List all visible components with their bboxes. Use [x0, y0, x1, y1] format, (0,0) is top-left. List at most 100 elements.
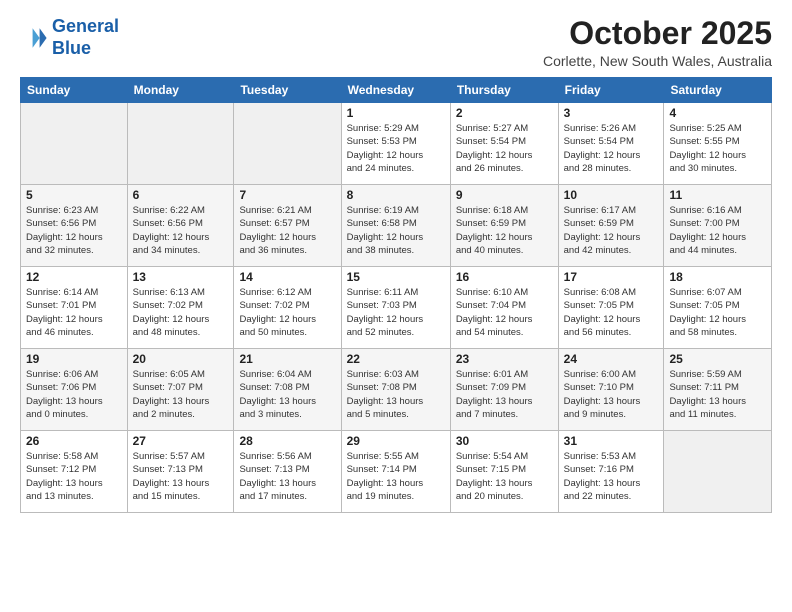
day-number: 7 [239, 188, 335, 202]
day-info: Sunrise: 6:08 AM Sunset: 7:05 PM Dayligh… [564, 286, 659, 339]
day-number: 29 [347, 434, 445, 448]
page: General Blue October 2025 Corlette, New … [0, 0, 792, 612]
day-number: 8 [347, 188, 445, 202]
day-number: 15 [347, 270, 445, 284]
calendar-cell: 13Sunrise: 6:13 AM Sunset: 7:02 PM Dayli… [127, 267, 234, 349]
day-number: 11 [669, 188, 766, 202]
day-number: 5 [26, 188, 122, 202]
day-info: Sunrise: 5:56 AM Sunset: 7:13 PM Dayligh… [239, 450, 335, 503]
day-info: Sunrise: 5:59 AM Sunset: 7:11 PM Dayligh… [669, 368, 766, 421]
calendar-cell: 12 Sunrise: 6:14 AM Sunset: 7:01 PM Dayli… [21, 267, 128, 349]
day-info: Sunrise: 6:18 AM Sunset: 6:59 PM Dayligh… [456, 204, 553, 257]
day-info: Sunrise: 5:55 AM Sunset: 7:14 PM Dayligh… [347, 450, 445, 503]
calendar-week-row: 26 Sunrise: 5:58 AM Sunset: 7:12 PM Dayli… [21, 431, 772, 513]
day-info: Sunrise: 6:01 AM Sunset: 7:09 PM Dayligh… [456, 368, 553, 421]
header: General Blue October 2025 Corlette, New … [20, 16, 772, 69]
weekday-header: Sunday [21, 78, 128, 103]
day-info: Sunrise: 6:10 AM Sunset: 7:04 PM Dayligh… [456, 286, 553, 339]
calendar-cell: 20 Sunrise: 6:05 AM Sunset: 7:07 PM Dayli… [127, 349, 234, 431]
day-number: 9 [456, 188, 553, 202]
day-info: Sunrise: 5:57 AM Sunset: 7:13 PM Dayligh… [133, 450, 229, 503]
calendar-cell: 17 Sunrise: 6:08 AM Sunset: 7:05 PM Dayli… [558, 267, 664, 349]
day-info: Sunrise: 6:00 AM Sunset: 7:10 PM Dayligh… [564, 368, 659, 421]
day-info: Sunrise: 6:16 AM Sunset: 7:00 PM Dayligh… [669, 204, 766, 257]
day-number: 25 [669, 352, 766, 366]
weekday-header: Wednesday [341, 78, 450, 103]
day-number: 18 [669, 270, 766, 284]
calendar-cell: 25 Sunrise: 5:59 AM Sunset: 7:11 PM Dayli… [664, 349, 772, 431]
day-info: Sunrise: 6:17 AM Sunset: 6:59 PM Dayligh… [564, 204, 659, 257]
month-title: October 2025 [543, 16, 772, 51]
day-number: 17 [564, 270, 659, 284]
calendar-cell: 3 Sunrise: 5:26 AM Sunset: 5:54 PM Daylig… [558, 103, 664, 185]
day-info: Sunrise: 5:53 AM Sunset: 7:16 PM Dayligh… [564, 450, 659, 503]
calendar-cell: 10Sunrise: 6:17 AM Sunset: 6:59 PM Dayli… [558, 185, 664, 267]
day-info: Sunrise: 6:13 AM Sunset: 7:02 PM Dayligh… [133, 286, 229, 339]
day-number: 30 [456, 434, 553, 448]
day-info: Sunrise: 6:23 AM Sunset: 6:56 PM Dayligh… [26, 204, 122, 257]
calendar-cell: 22Sunrise: 6:03 AM Sunset: 7:08 PM Dayli… [341, 349, 450, 431]
day-info: Sunrise: 5:26 AM Sunset: 5:54 PM Dayligh… [564, 122, 659, 175]
day-number: 24 [564, 352, 659, 366]
calendar-cell [664, 431, 772, 513]
calendar-week-row: 1 Sunrise: 5:29 AM Sunset: 5:53 PM Daylig… [21, 103, 772, 185]
calendar-cell: 9 Sunrise: 6:18 AM Sunset: 6:59 PM Daylig… [450, 185, 558, 267]
day-info: Sunrise: 5:58 AM Sunset: 7:12 PM Dayligh… [26, 450, 122, 503]
day-info: Sunrise: 5:54 AM Sunset: 7:15 PM Dayligh… [456, 450, 553, 503]
calendar-cell: 7Sunrise: 6:21 AM Sunset: 6:57 PM Daylig… [234, 185, 341, 267]
day-info: Sunrise: 6:14 AM Sunset: 7:01 PM Dayligh… [26, 286, 122, 339]
calendar-cell: 6 Sunrise: 6:22 AM Sunset: 6:56 PM Daylig… [127, 185, 234, 267]
day-number: 20 [133, 352, 229, 366]
calendar-cell: 26 Sunrise: 5:58 AM Sunset: 7:12 PM Dayli… [21, 431, 128, 513]
title-block: October 2025 Corlette, New South Wales, … [543, 16, 772, 69]
day-number: 4 [669, 106, 766, 120]
calendar-cell: 14Sunrise: 6:12 AM Sunset: 7:02 PM Dayli… [234, 267, 341, 349]
day-number: 1 [347, 106, 445, 120]
logo-icon [20, 24, 48, 52]
calendar-cell: 11 Sunrise: 6:16 AM Sunset: 7:00 PM Dayli… [664, 185, 772, 267]
calendar-cell [127, 103, 234, 185]
day-number: 3 [564, 106, 659, 120]
calendar-cell: 16Sunrise: 6:10 AM Sunset: 7:04 PM Dayli… [450, 267, 558, 349]
day-info: Sunrise: 6:07 AM Sunset: 7:05 PM Dayligh… [669, 286, 766, 339]
calendar-cell: 1 Sunrise: 5:29 AM Sunset: 5:53 PM Daylig… [341, 103, 450, 185]
location-subtitle: Corlette, New South Wales, Australia [543, 53, 772, 69]
calendar-cell: 2Sunrise: 5:27 AM Sunset: 5:54 PM Daylig… [450, 103, 558, 185]
calendar-table: SundayMondayTuesdayWednesdayThursdayFrid… [20, 77, 772, 513]
calendar-cell: 8 Sunrise: 6:19 AM Sunset: 6:58 PM Daylig… [341, 185, 450, 267]
day-info: Sunrise: 6:03 AM Sunset: 7:08 PM Dayligh… [347, 368, 445, 421]
day-info: Sunrise: 6:04 AM Sunset: 7:08 PM Dayligh… [239, 368, 335, 421]
day-number: 2 [456, 106, 553, 120]
logo-line2: Blue [52, 38, 91, 58]
day-info: Sunrise: 5:25 AM Sunset: 5:55 PM Dayligh… [669, 122, 766, 175]
calendar-cell: 15 Sunrise: 6:11 AM Sunset: 7:03 PM Dayli… [341, 267, 450, 349]
calendar-cell: 4 Sunrise: 5:25 AM Sunset: 5:55 PM Daylig… [664, 103, 772, 185]
day-info: Sunrise: 5:29 AM Sunset: 5:53 PM Dayligh… [347, 122, 445, 175]
day-number: 6 [133, 188, 229, 202]
calendar-cell [21, 103, 128, 185]
calendar-cell: 5 Sunrise: 6:23 AM Sunset: 6:56 PM Daylig… [21, 185, 128, 267]
calendar-week-row: 12 Sunrise: 6:14 AM Sunset: 7:01 PM Dayli… [21, 267, 772, 349]
day-number: 28 [239, 434, 335, 448]
logo-text: General Blue [52, 16, 119, 59]
calendar-cell: 31Sunrise: 5:53 AM Sunset: 7:16 PM Dayli… [558, 431, 664, 513]
logo: General Blue [20, 16, 119, 59]
calendar-cell: 23 Sunrise: 6:01 AM Sunset: 7:09 PM Dayli… [450, 349, 558, 431]
logo-line1: General [52, 16, 119, 36]
day-info: Sunrise: 6:06 AM Sunset: 7:06 PM Dayligh… [26, 368, 122, 421]
calendar-cell: 19 Sunrise: 6:06 AM Sunset: 7:06 PM Dayli… [21, 349, 128, 431]
calendar-cell: 28 Sunrise: 5:56 AM Sunset: 7:13 PM Dayli… [234, 431, 341, 513]
day-number: 26 [26, 434, 122, 448]
day-number: 19 [26, 352, 122, 366]
day-info: Sunrise: 6:19 AM Sunset: 6:58 PM Dayligh… [347, 204, 445, 257]
weekday-header: Saturday [664, 78, 772, 103]
day-number: 21 [239, 352, 335, 366]
day-info: Sunrise: 6:12 AM Sunset: 7:02 PM Dayligh… [239, 286, 335, 339]
day-number: 27 [133, 434, 229, 448]
day-info: Sunrise: 6:22 AM Sunset: 6:56 PM Dayligh… [133, 204, 229, 257]
day-info: Sunrise: 6:05 AM Sunset: 7:07 PM Dayligh… [133, 368, 229, 421]
day-info: Sunrise: 6:11 AM Sunset: 7:03 PM Dayligh… [347, 286, 445, 339]
day-number: 12 [26, 270, 122, 284]
weekday-header: Tuesday [234, 78, 341, 103]
day-number: 23 [456, 352, 553, 366]
